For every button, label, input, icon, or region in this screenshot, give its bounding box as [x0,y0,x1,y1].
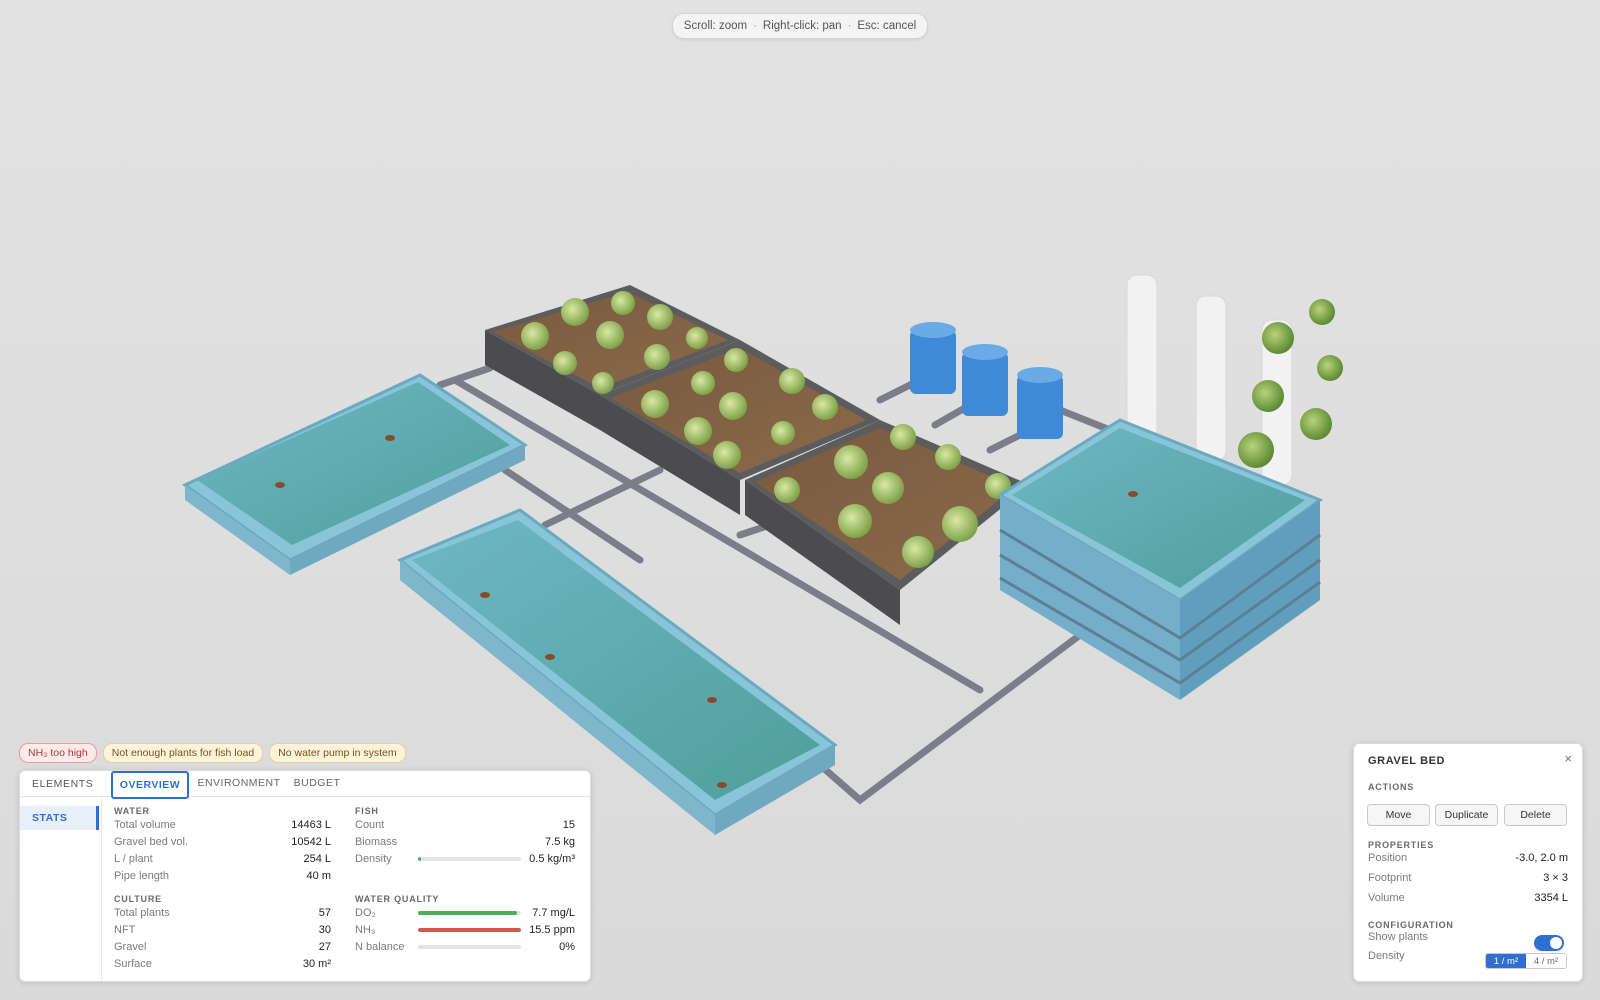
stat-row: Gravel bed vol. 10542 L [114,833,331,850]
show-plants-toggle[interactable] [1534,935,1564,951]
stat-value: 30 m² [302,957,331,970]
quality-value: 15.5 ppm [529,923,575,936]
stat-label: L / plant [114,852,153,865]
stat-value: 0.5 kg/m³ [529,852,575,865]
move-button[interactable]: Move [1367,804,1430,826]
stat-value: 57 [318,906,331,919]
quality-value: 7.7 mg/L [532,906,575,919]
actions-section-title: ACTIONS [1368,782,1415,792]
quality-label: DO₂ [355,906,376,919]
stat-value: 10542 L [291,835,331,848]
show-plants-label: Show plants [1368,931,1428,943]
property-value: 3 × 3 [1543,872,1568,884]
stat-value: 7.5 kg [545,835,575,848]
water-section-title: WATER [114,806,150,816]
density-option[interactable]: 1 / m² [1486,954,1526,968]
nh3-bar [418,928,521,932]
stat-label: NFT [114,923,136,936]
stat-value: 15 [562,818,575,831]
density-bar-fill [418,857,422,861]
warning-badge[interactable]: No water pump in system [269,743,406,763]
quality-label: NH₃ [355,923,376,936]
elements-label[interactable]: ELEMENTS [32,778,93,790]
hint-esc: Esc: cancel [857,20,917,32]
sidebar-item-stats[interactable]: STATS [20,806,99,830]
hint-scroll: Scroll: zoom [683,20,748,32]
hint-separator: · [847,20,852,32]
property-value: -3.0, 2.0 m [1515,852,1568,864]
property-row: Volume 3354 L [1368,892,1568,908]
stat-label: Gravel [114,940,147,953]
density-bar [418,857,521,861]
panel-header: ELEMENTS OVERVIEW ENVIRONMENT BUDGET [20,771,590,799]
stat-label: Gravel bed vol. [114,835,188,848]
stat-row: Pipe length 40 m [114,867,331,884]
stats-panel: ELEMENTS OVERVIEW ENVIRONMENT BUDGET STA… [19,770,591,982]
density-option[interactable]: 4 / m² [1526,954,1566,968]
stat-label: Density [355,852,392,865]
stat-label: Count [355,818,385,831]
stat-label: Total volume [114,818,176,831]
property-label: Volume [1368,892,1405,904]
density-selector: 1 / m² 4 / m² [1485,953,1567,969]
stat-label: Biomass [355,835,398,848]
stat-row: L / plant 254 L [114,850,331,867]
stat-row: Surface 30 m² [114,955,331,972]
tab-budget[interactable]: BUDGET [292,771,342,795]
stat-row: Biomass 7.5 kg [355,833,575,850]
tab-overview[interactable]: OVERVIEW [111,771,189,799]
do2-bar [418,911,521,915]
delete-button[interactable]: Delete [1504,804,1567,826]
stat-row: Total plants 57 [114,904,331,921]
duplicate-button[interactable]: Duplicate [1435,804,1498,826]
configuration-section-title: CONFIGURATION [1368,920,1454,930]
toggle-knob [1550,937,1562,949]
panel-title: GRAVEL BED [1368,755,1446,767]
properties-panel: GRAVEL BED × ACTIONS Move Duplicate Dele… [1353,743,1583,982]
warning-badge[interactable]: NH₃ too high [19,743,97,763]
panel-sidebar: STATS [20,797,102,981]
property-row: Position -3.0, 2.0 m [1368,852,1568,868]
warning-badge[interactable]: Not enough plants for fish load [102,743,264,763]
properties-section-title: PROPERTIES [1368,840,1435,850]
property-row: Footprint 3 × 3 [1368,872,1568,888]
hint-pan: Right-click: pan [762,20,842,32]
property-label: Footprint [1368,872,1412,884]
property-label: Position [1368,852,1408,864]
stat-row: Gravel 27 [114,938,331,955]
do2-bar-fill [418,911,517,915]
quality-label: N balance [355,940,405,953]
stat-row: Total volume 14463 L [114,816,331,833]
property-value: 3354 L [1534,892,1568,904]
density-label: Density [1368,950,1405,962]
quality-section-title: WATER QUALITY [355,894,440,904]
n-balance-bar [418,945,521,949]
stat-value: 40 m [306,869,331,882]
stat-value: 27 [318,940,331,953]
stat-row: NFT 30 [114,921,331,938]
stat-value: 254 L [303,852,331,865]
stat-label: Total plants [114,906,170,919]
stat-value: 30 [318,923,331,936]
stat-label: Pipe length [114,869,170,882]
fish-section-title: FISH [355,806,379,816]
nh3-bar-fill [418,928,521,932]
controls-hint: Scroll: zoom · Right-click: pan · Esc: c… [672,13,928,39]
culture-section-title: CULTURE [114,894,162,904]
stat-label: Surface [114,957,152,970]
stat-value: 14463 L [291,818,331,831]
hint-separator: · [753,20,757,32]
warning-list: NH₃ too high Not enough plants for fish … [19,743,406,763]
close-icon[interactable]: × [1564,751,1572,766]
stat-row: Count 15 [355,816,575,833]
quality-value: 0% [559,940,575,953]
tab-environment[interactable]: ENVIRONMENT [197,771,280,795]
